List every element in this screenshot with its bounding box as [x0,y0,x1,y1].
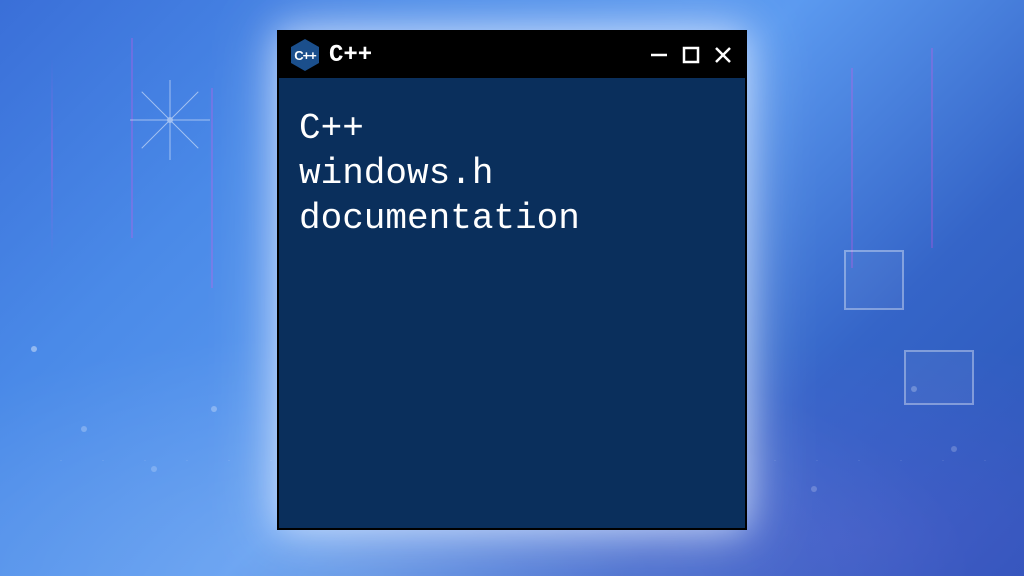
titlebar[interactable]: C++ C++ [279,32,745,78]
terminal-line: C++ [299,106,725,151]
cpp-icon: C++ [291,39,319,71]
window-title: C++ [329,42,639,69]
minimize-icon[interactable] [649,45,669,65]
terminal-window: C++ C++ C++ windows.h documentation [277,30,747,530]
close-icon[interactable] [713,45,733,65]
window-controls [649,45,733,65]
terminal-body[interactable]: C++ windows.h documentation [279,78,745,528]
maximize-icon[interactable] [681,45,701,65]
terminal-line: documentation [299,196,725,241]
terminal-line: windows.h [299,151,725,196]
